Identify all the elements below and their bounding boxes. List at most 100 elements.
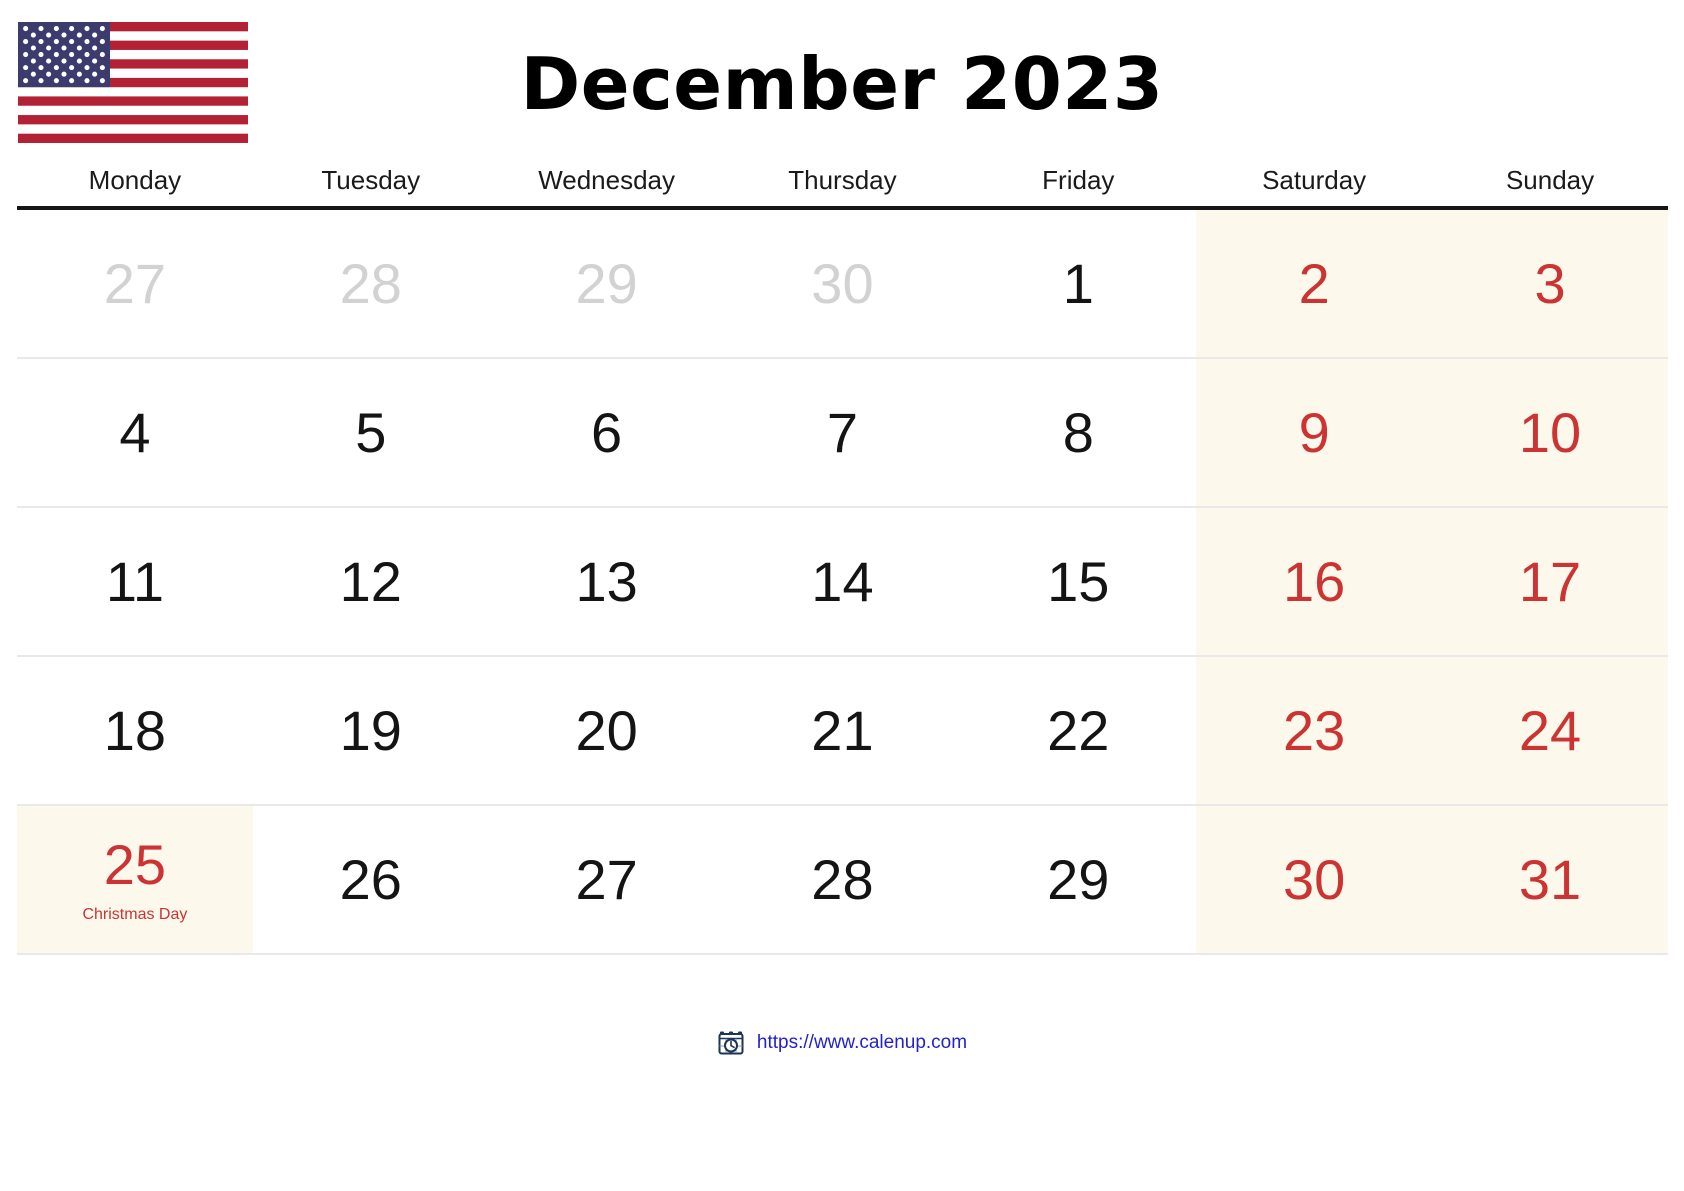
calendar-day-content: 29 <box>960 806 1196 953</box>
calendar-day-cell[interactable]: 19 <box>252 656 489 806</box>
weekday-header-tuesday: Tuesday <box>321 165 421 195</box>
calendar-day-content: 28 <box>253 210 489 357</box>
calendar-day-number: 22 <box>1047 698 1110 762</box>
calendar-day-cell[interactable]: 6 <box>488 358 725 508</box>
calendar-day-cell[interactable]: 3 <box>1432 208 1668 359</box>
calendar-day-number: 5 <box>355 400 387 464</box>
calendar-day-cell[interactable]: 22 <box>960 656 1197 806</box>
calendar-day-content: 21 <box>725 657 961 804</box>
calendar-day-number: 18 <box>103 698 167 762</box>
calendar-day-content: 12 <box>253 508 489 655</box>
calendar-day-cell[interactable]: 7 <box>724 358 961 508</box>
calendar-day-number: 7 <box>826 400 859 464</box>
calendar-day-number: 6 <box>591 400 623 464</box>
calendar-day-cell[interactable]: 15 <box>960 507 1197 657</box>
calendar-day-number: 26 <box>339 847 402 911</box>
calendar-day-number: 28 <box>811 847 874 911</box>
calendar-day-number: 19 <box>339 698 402 762</box>
calendar-day-cell[interactable]: 29 <box>488 208 725 359</box>
calendar-day-content: 19 <box>253 657 489 804</box>
calendar-day-cell[interactable]: 11 <box>17 507 253 657</box>
calendar-day-number: 4 <box>119 400 151 464</box>
calendar-day-content: 7 <box>725 359 961 506</box>
weekday-header-monday: Monday <box>88 165 182 195</box>
calendar-day-content: 25 Christmas Day <box>17 806 253 953</box>
page-footer: https://www.calenup.com <box>0 1028 1684 1056</box>
calendar-day-number: 29 <box>575 251 638 315</box>
weekday-header-row: Monday Tuesday Wednesday Thursday Friday… <box>17 158 1668 208</box>
calendar-day-cell[interactable]: 27 <box>488 805 725 955</box>
calendar-day-cell[interactable]: 29 <box>960 805 1197 955</box>
calendar-day-content: 18 <box>17 657 253 804</box>
calendar-day-number: 14 <box>811 549 874 613</box>
calendar-day-cell[interactable]: 5 <box>252 358 489 508</box>
calendar-day-number: 8 <box>1062 400 1094 464</box>
calendar-day-content: 17 <box>1432 508 1668 655</box>
calendar-day-number: 12 <box>339 549 402 613</box>
calendar-day-cell[interactable]: 16 <box>1196 507 1433 657</box>
calendar-day-number: 9 <box>1298 400 1330 464</box>
calendar-week-row: 11 12 13 14 15 16 17 <box>17 507 1668 657</box>
calendar-week-row: 18 19 20 21 22 23 24 <box>17 656 1668 806</box>
calendar-week-row: 4 5 6 7 8 9 10 <box>17 358 1668 508</box>
calendar-day-number: 2 <box>1298 251 1330 315</box>
calendar-day-cell[interactable]: 27 <box>17 208 253 359</box>
calendar-week-row: 25 Christmas Day 26 27 28 29 30 31 <box>17 805 1668 955</box>
calendar-day-cell[interactable]: 28 <box>724 805 961 955</box>
calendar-day-content: 29 <box>489 210 725 357</box>
calendar-day-content: 30 <box>725 210 961 357</box>
calendar-day-number: 20 <box>575 698 638 762</box>
calendar-day-number: 24 <box>1518 698 1582 762</box>
calendar-day-cell[interactable]: 1 <box>960 208 1197 359</box>
calendar-holiday-label: Christmas Day <box>82 905 188 923</box>
calendar-day-cell[interactable]: 26 <box>252 805 489 955</box>
calendar-day-cell[interactable]: 14 <box>724 507 961 657</box>
calendar-day-number: 17 <box>1518 549 1582 613</box>
calendar-day-cell[interactable]: 30 <box>1196 805 1433 955</box>
site-link[interactable]: https://www.calenup.com <box>757 1033 967 1052</box>
calendar-day-number: 15 <box>1047 549 1110 613</box>
calendar-day-content: 9 <box>1196 359 1432 506</box>
calendar-day-content: 20 <box>489 657 725 804</box>
calendar-body: 27 28 29 30 1 2 3 4 5 6 7 8 9 10 11 12 13 14 15 16 17 18 19 20 2… <box>17 208 1668 955</box>
calendar-day-content: 2 <box>1196 210 1432 357</box>
calendar-day-content: 8 <box>960 359 1196 506</box>
calendar-day-cell[interactable]: 12 <box>252 507 489 657</box>
calendar-day-cell[interactable]: 8 <box>960 358 1197 508</box>
calendar-day-cell[interactable]: 31 <box>1432 805 1668 955</box>
calendar-day-content: 26 <box>253 806 489 953</box>
calendar-day-cell[interactable]: 28 <box>252 208 489 359</box>
calendar-day-content: 16 <box>1196 508 1432 655</box>
calendar-day-cell[interactable]: 30 <box>724 208 961 359</box>
calendar-week-row: 27 28 29 30 1 2 3 <box>17 208 1668 359</box>
calendar-day-number: 10 <box>1518 400 1582 464</box>
calendar-day-cell[interactable]: 25 Christmas Day <box>17 805 253 955</box>
weekday-header-thursday: Thursday <box>788 165 897 195</box>
calendar-day-number: 1 <box>1062 251 1094 315</box>
calendar-day-content: 22 <box>960 657 1196 804</box>
calendar-day-content: 14 <box>725 508 961 655</box>
calendar-day-cell[interactable]: 13 <box>488 507 725 657</box>
calendar-day-cell[interactable]: 17 <box>1432 507 1668 657</box>
calendar-day-content: 11 <box>17 508 253 655</box>
calendar-day-content: 4 <box>17 359 253 506</box>
calendar-day-cell[interactable]: 20 <box>488 656 725 806</box>
calendar-day-number: 21 <box>811 698 874 762</box>
calendar-day-cell[interactable]: 4 <box>17 358 253 508</box>
calendar-day-number: 3 <box>1534 251 1566 315</box>
calendar-day-content: 27 <box>489 806 725 953</box>
calendar-day-cell[interactable]: 23 <box>1196 656 1433 806</box>
calendar-day-content: 27 <box>17 210 253 357</box>
calendar-day-content: 10 <box>1432 359 1668 506</box>
calendar-day-cell[interactable]: 10 <box>1432 358 1668 508</box>
weekday-header-saturday: Saturday <box>1262 165 1367 195</box>
calendar-day-cell[interactable]: 21 <box>724 656 961 806</box>
calendar-day-content: 23 <box>1196 657 1432 804</box>
calendar-day-cell[interactable]: 24 <box>1432 656 1668 806</box>
calendar-day-cell[interactable]: 2 <box>1196 208 1433 359</box>
calendar-day-content: 3 <box>1432 210 1668 357</box>
calendar-day-cell[interactable]: 18 <box>17 656 253 806</box>
calendar-day-cell[interactable]: 9 <box>1196 358 1433 508</box>
calendar-day-content: 6 <box>489 359 725 506</box>
calendar-day-number: 31 <box>1518 847 1582 911</box>
